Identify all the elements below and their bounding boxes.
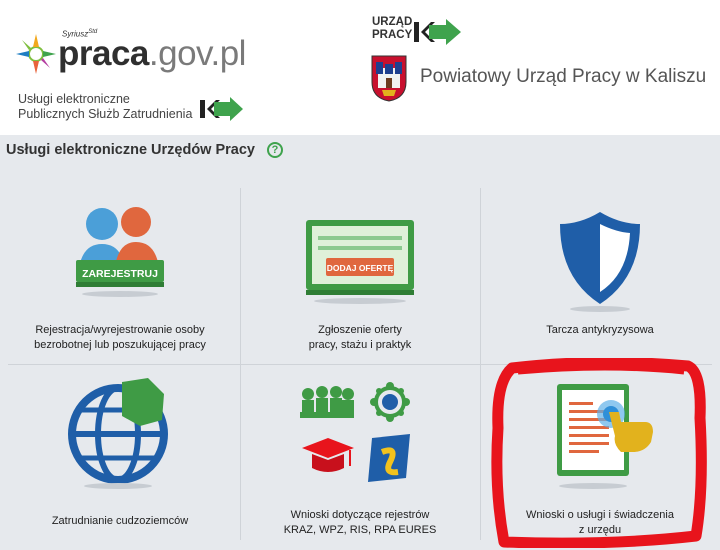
registers-icon — [300, 382, 410, 482]
section-title: Usługi elektroniczne Urzędów Pracy — [6, 142, 255, 158]
offer-badge: DODAJ OFERTĘ — [326, 263, 394, 273]
praca-star-icon — [16, 34, 56, 74]
register-people-icon — [76, 207, 164, 297]
kalisz-crest-icon — [371, 55, 407, 102]
office-title: Powiatowy Urząd Pracy w Kaliszu — [420, 66, 707, 87]
eures-label: EURES — [380, 437, 403, 444]
tile-job-offer[interactable]: DODAJ OFERTĘ Zgłoszenie oferty pracy, st… — [240, 178, 480, 364]
brand-name: praca.gov.pl — [58, 34, 246, 73]
tile-foreigners-label: Zatrudnianie cudzoziemców — [51, 515, 189, 527]
tile-anticrisis-shield[interactable]: Tarcza antykryzysowa — [480, 178, 720, 364]
shield-icon — [560, 212, 640, 312]
highlight-annotation — [491, 358, 707, 548]
tile-registers-label: Wnioski dotyczące rejestrów KRAZ, WPZ, R… — [283, 509, 437, 536]
praca-gov-logo[interactable]: SyriuszStd praca.gov.pl Usługi elektroni… — [14, 20, 254, 130]
register-badge: ZAREJESTRUJ — [82, 268, 158, 280]
globe-icon — [68, 378, 168, 489]
help-icon[interactable]: ? — [267, 142, 283, 158]
tile-registration[interactable]: ZAREJESTRUJ Rejestracja/wyrejestrowanie … — [0, 178, 240, 364]
tile-foreigners[interactable]: Zatrudnianie cudzoziemców — [0, 364, 240, 550]
tile-job-offer-label: Zgłoszenie oferty pracy, stażu i praktyk — [308, 324, 412, 351]
job-offer-icon — [306, 220, 414, 304]
up-arrow-logo-icon — [414, 19, 461, 45]
psz-arrow-logo-icon — [200, 97, 243, 121]
tile-registration-label: Rejestracja/wyrejestrowanie osoby bezrob… — [34, 324, 206, 351]
tile-registers[interactable]: EURES Wnioski dotyczące rejestrów KRAZ, … — [240, 364, 480, 550]
page-header: SyriuszStd praca.gov.pl Usługi elektroni… — [0, 0, 720, 135]
urzad-pracy-logo: URZĄD PRACY — [372, 14, 472, 50]
psz-caption: Usługi elektroniczne Publicznych Służb Z… — [18, 92, 193, 121]
tile-anticrisis-label: Tarcza antykryzysowa — [546, 324, 654, 336]
